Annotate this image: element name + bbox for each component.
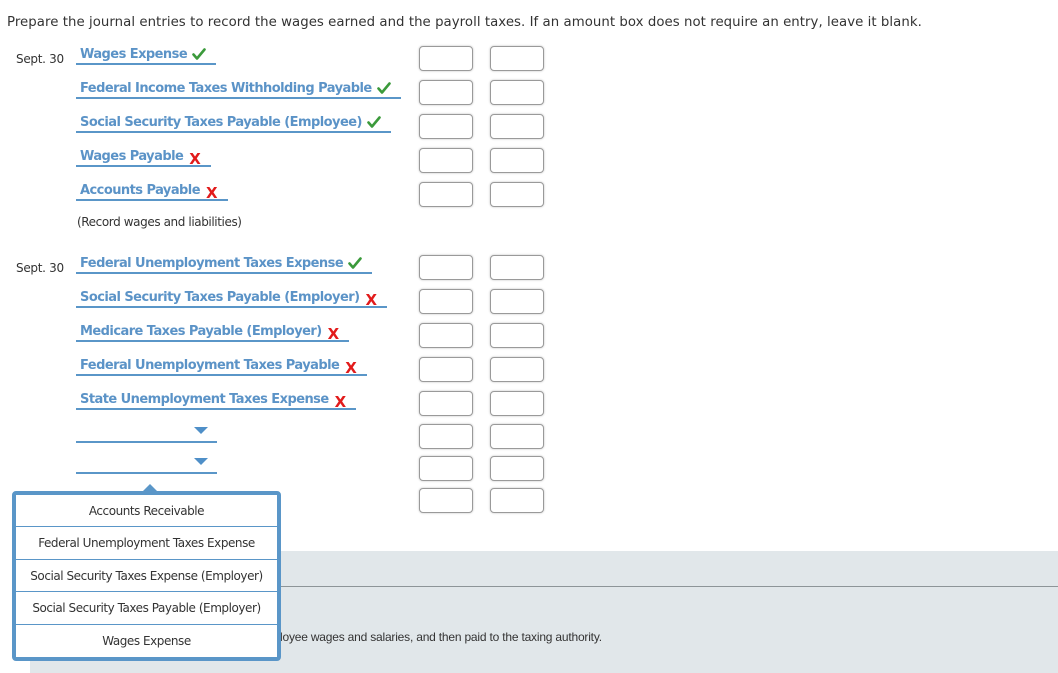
entry-2-credit-3[interactable] [490,323,544,348]
account-dropdown-menu[interactable]: Accounts Receivable Federal Unemployment… [12,484,281,661]
dropdown-option[interactable]: Social Security Taxes Payable (Employer) [16,592,277,625]
dropdown-pointer [143,484,157,491]
entry-2-debit-7[interactable] [419,456,473,481]
x-icon: X [334,393,347,411]
entry-2-debit-5[interactable] [419,391,473,416]
account-name: Federal Unemployment Taxes Expense [80,256,344,271]
entry-2-credit-8[interactable] [490,488,544,513]
entry-1-debit-2[interactable] [419,80,473,105]
entry-2-credit-1[interactable] [490,255,544,280]
entry-2-debit-1[interactable] [419,255,473,280]
explanation-text: loyee wages and salaries, and then paid … [280,630,602,644]
x-icon: X [345,359,357,377]
entry-2-debit-8[interactable] [419,488,473,513]
dropdown-option[interactable]: Federal Unemployment Taxes Expense [16,527,277,560]
entry-2-account-7-select[interactable] [76,458,217,474]
entry-2-debit-6[interactable] [419,424,473,449]
entry-1-account-1[interactable]: Wages Expense [76,43,217,65]
entry-2-credit-5[interactable] [490,391,544,416]
account-name: Federal Unemployment Taxes Payable [80,358,340,373]
account-name: Wages Expense [80,47,188,62]
entry-2-debit-4[interactable] [419,357,473,382]
entry-1-account-3[interactable]: Social Security Taxes Payable (Employee) [76,111,391,133]
entry-1-credit-2[interactable] [490,80,544,105]
entry-1-note: (Record wages and liabilities) [77,215,242,229]
entry-2-account-4[interactable]: Federal Unemployment Taxes Payable X [76,354,367,377]
entry-1-account-2[interactable]: Federal Income Taxes Withholding Payable [76,77,401,99]
entry-1-debit-1[interactable] [419,46,473,71]
account-name: Social Security Taxes Payable (Employee) [80,115,362,130]
entry-1-account-5[interactable]: Accounts Payable X [76,179,228,202]
entry-2-credit-4[interactable] [490,357,544,382]
account-name: Social Security Taxes Payable (Employer) [80,290,360,305]
check-icon [192,46,206,65]
entry-1-credit-4[interactable] [490,148,544,173]
entry-1-debit-5[interactable] [419,182,473,207]
entry-2-credit-6[interactable] [490,424,544,449]
dropdown-option[interactable]: Social Security Taxes Expense (Employer) [16,560,277,593]
caret-down-icon [194,427,208,434]
entry-2-debit-3[interactable] [419,323,473,348]
x-icon: X [205,184,218,202]
entry-1-account-4[interactable]: Wages Payable X [76,145,211,168]
account-name: Wages Payable [80,149,184,164]
account-name: Medicare Taxes Payable (Employer) [80,324,322,339]
entry-1-credit-5[interactable] [490,182,544,207]
entry-2-credit-2[interactable] [490,289,544,314]
account-name: Federal Income Taxes Withholding Payable [80,81,372,96]
x-icon: X [327,325,340,343]
entry-1-credit-3[interactable] [490,114,544,139]
entry-2-credit-7[interactable] [490,456,544,481]
entry-1-date: Sept. 30 [16,52,64,66]
entry-2-account-2[interactable]: Social Security Taxes Payable (Employer)… [76,286,388,309]
dropdown-option[interactable]: Wages Expense [16,625,277,657]
entry-2-account-3[interactable]: Medicare Taxes Payable (Employer) X [76,320,350,343]
check-icon [376,80,391,99]
entry-2-debit-2[interactable] [419,289,473,314]
instructions-text: Prepare the journal entries to record th… [7,15,922,30]
entry-1-credit-1[interactable] [490,46,544,71]
entry-1-debit-3[interactable] [419,114,473,139]
entry-2-date: Sept. 30 [16,261,64,275]
check-icon [367,114,381,133]
entry-2-account-1[interactable]: Federal Unemployment Taxes Expense [76,252,373,274]
account-name: Accounts Payable [80,183,201,198]
x-icon: X [365,291,378,309]
account-name: State Unemployment Taxes Expense [80,392,329,407]
x-icon: X [189,150,201,168]
entry-2-account-5[interactable]: State Unemployment Taxes Expense X [76,388,357,411]
entry-2-account-6-select[interactable] [76,427,217,443]
caret-down-icon [194,458,208,465]
check-icon [348,255,362,274]
entry-1-debit-4[interactable] [419,148,473,173]
dropdown-option[interactable]: Accounts Receivable [16,495,277,528]
